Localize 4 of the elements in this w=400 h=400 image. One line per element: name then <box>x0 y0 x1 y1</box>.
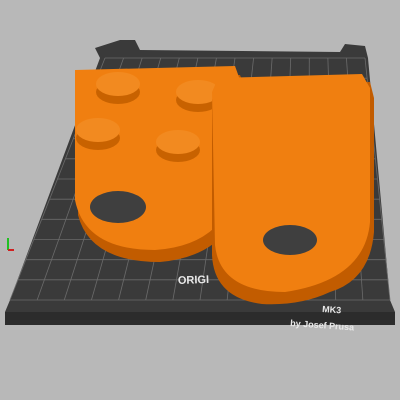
bed-label: by Josef Prusa <box>290 318 354 332</box>
axis-origin-icon <box>7 238 14 251</box>
bed-label: ORIGI <box>178 274 210 287</box>
bed-label: MK3 <box>322 304 342 316</box>
